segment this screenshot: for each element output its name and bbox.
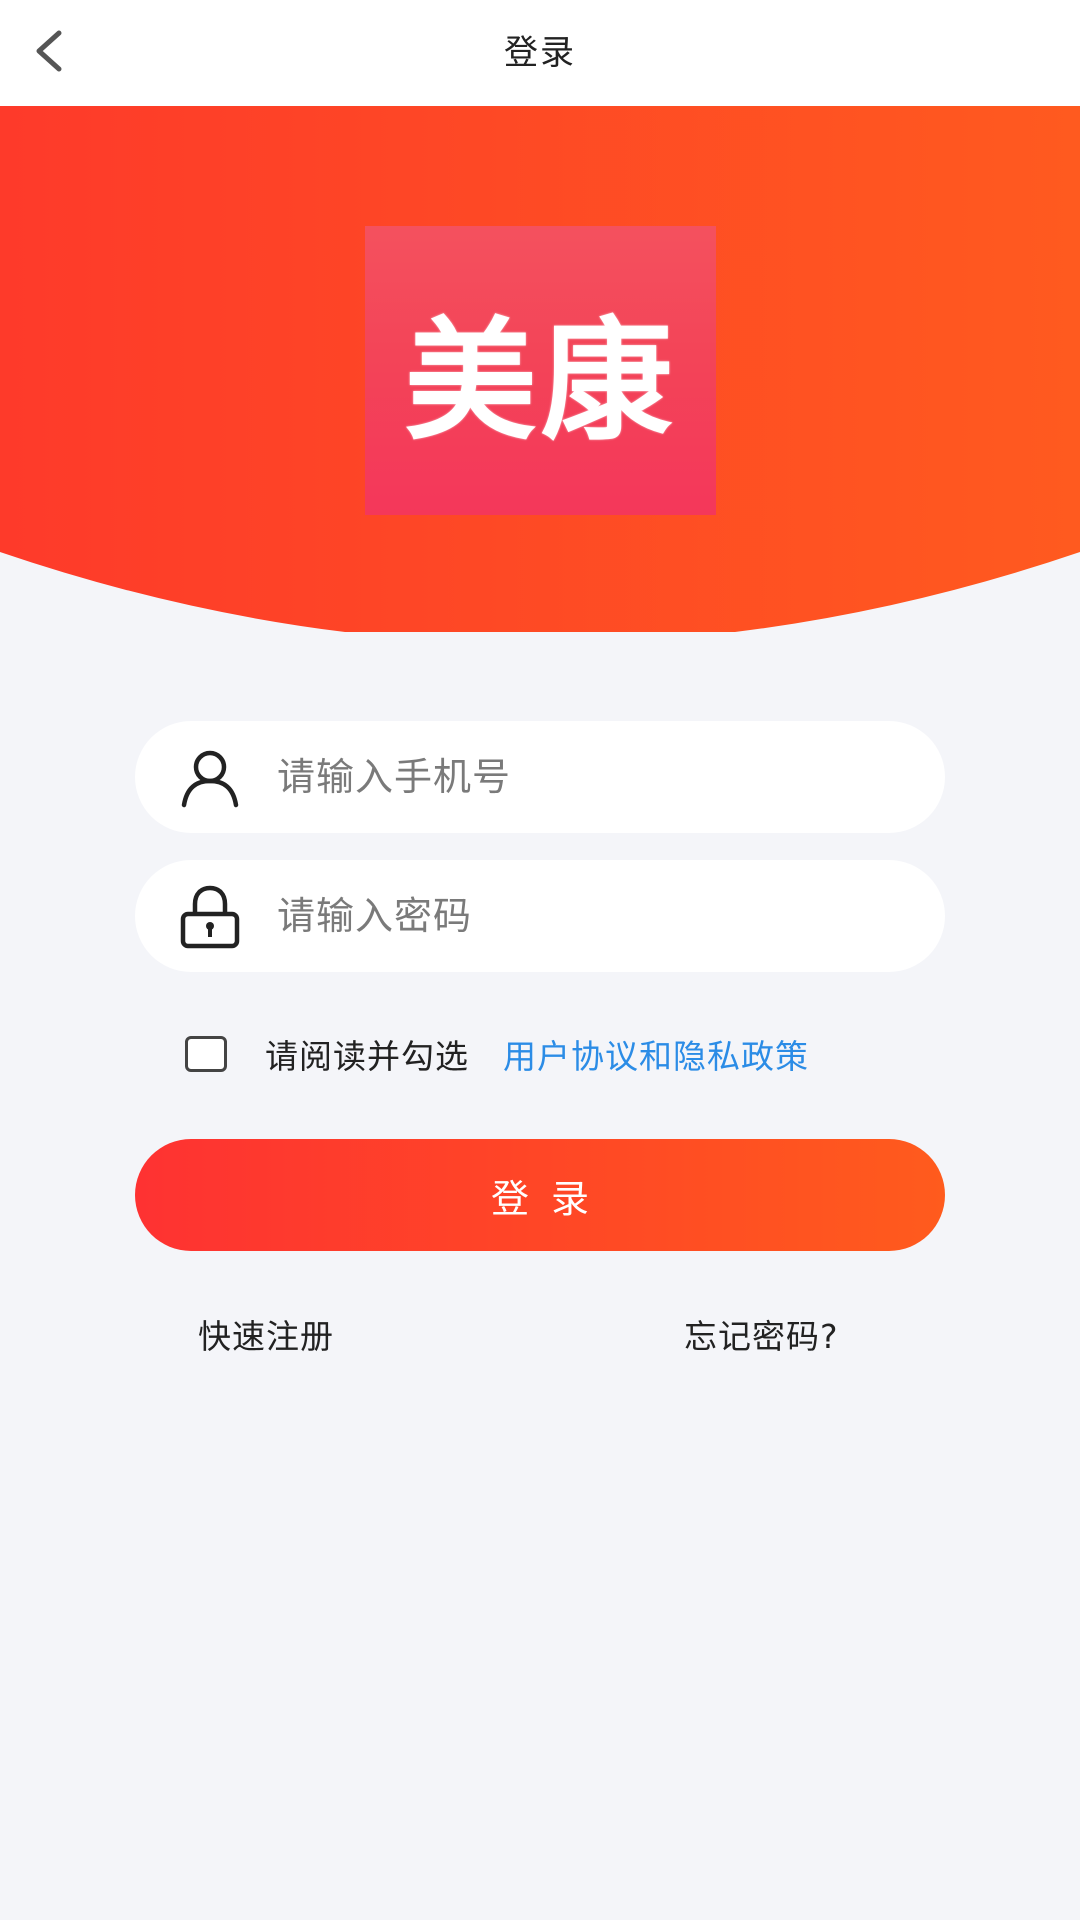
page-title: 登录 bbox=[504, 33, 576, 73]
login-page: 登录 美康 请输入手机号 请阅读并勾选 用户协议和隐私政策 登录 快速注册 忘记… bbox=[0, 0, 1080, 1920]
agreement-link[interactable]: 用户协议和隐私政策 bbox=[503, 1030, 809, 1078]
phone-field bbox=[135, 721, 945, 833]
agreement-text: 请阅读并勾选 bbox=[265, 1037, 469, 1076]
agreement-row: 请阅读并勾选 用户协议和隐私政策 bbox=[185, 1030, 809, 1078]
navbar: 登录 bbox=[0, 0, 1080, 106]
agreement-checkbox[interactable] bbox=[185, 1036, 227, 1072]
hero-banner: 美康 bbox=[0, 106, 1080, 632]
register-link[interactable]: 快速注册 bbox=[198, 1310, 334, 1358]
user-icon bbox=[175, 743, 245, 813]
phone-input[interactable] bbox=[277, 721, 897, 833]
forgot-password-link[interactable]: 忘记密码? bbox=[684, 1310, 839, 1358]
app-logo: 美康 bbox=[365, 226, 716, 515]
login-button[interactable]: 登录 bbox=[135, 1139, 945, 1251]
password-field bbox=[135, 860, 945, 972]
lock-icon bbox=[175, 882, 245, 952]
password-input[interactable] bbox=[277, 860, 897, 972]
logo-text: 美康 bbox=[404, 305, 677, 459]
